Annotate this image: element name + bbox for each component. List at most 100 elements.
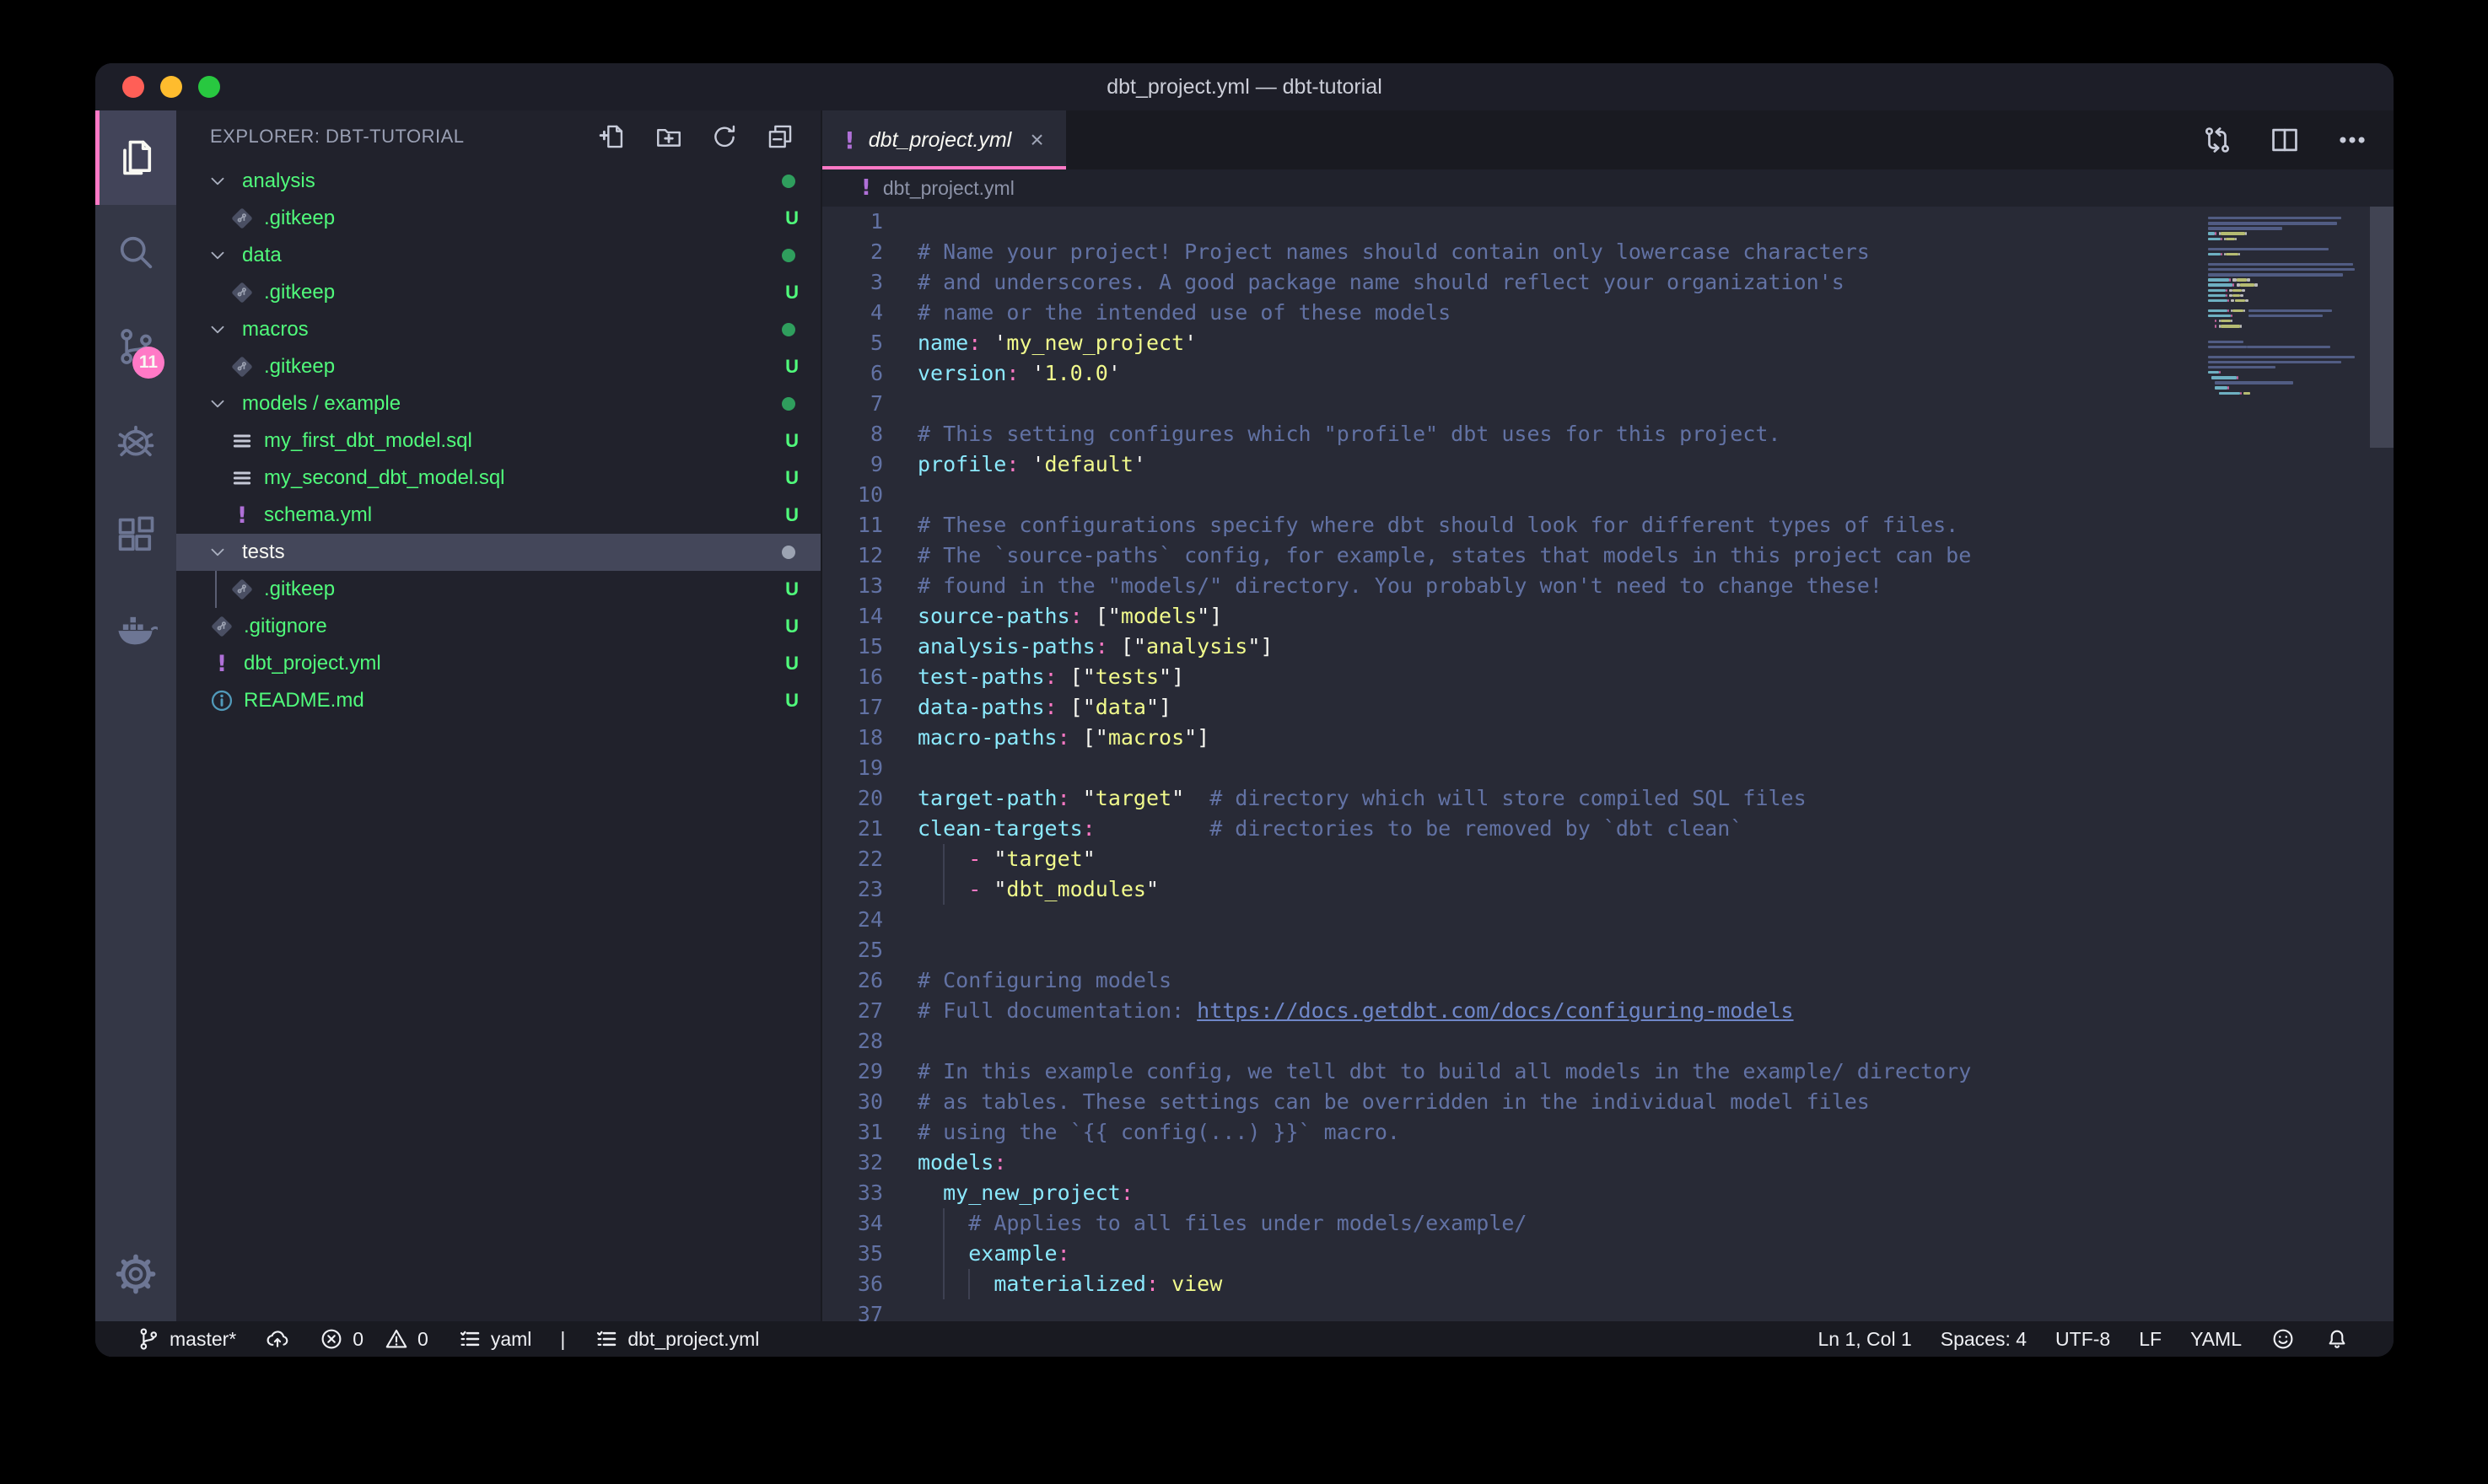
- chevron-down-icon[interactable]: [207, 319, 229, 341]
- code-line-7: 7: [822, 389, 2394, 419]
- tree-item--gitkeep[interactable]: .gitkeepU: [176, 274, 821, 311]
- git-file-icon: [208, 613, 235, 640]
- open-changes-icon[interactable]: [2200, 122, 2235, 158]
- breadcrumb[interactable]: ! dbt_project.yml: [822, 169, 2394, 207]
- tree-item-readme-md[interactable]: README.mdU: [176, 682, 821, 719]
- tree-item-label: analysis: [242, 169, 315, 193]
- status-error[interactable]: 00: [319, 1326, 428, 1352]
- code-editor[interactable]: 12# Name your project! Project names sho…: [822, 207, 2394, 1321]
- scrollbar-slider[interactable]: [2370, 207, 2394, 448]
- status-cloud-upload[interactable]: [265, 1326, 290, 1352]
- breadcrumb-item[interactable]: dbt_project.yml: [883, 177, 1015, 200]
- status-bar: master*00yaml|dbt_project.yml Ln 1, Col …: [95, 1321, 2394, 1357]
- status-label: LF: [2139, 1328, 2162, 1351]
- tree-item--gitignore[interactable]: .gitignoreU: [176, 608, 821, 645]
- close-tab-icon[interactable]: ×: [1030, 128, 1043, 152]
- tree-item-schema-yml[interactable]: !schema.ymlU: [176, 497, 821, 534]
- zoom-window-button[interactable]: [198, 76, 220, 98]
- code-line-37: 37: [822, 1299, 2394, 1321]
- refresh-icon[interactable]: [706, 118, 743, 155]
- line-number: 37: [822, 1299, 883, 1321]
- activity-bar-source-control-icon[interactable]: 11: [95, 299, 176, 394]
- code-line-14: 14source-paths: ["models"]: [822, 601, 2394, 632]
- tab-label: dbt_project.yml: [869, 128, 1012, 153]
- tree-item-models-example[interactable]: models / example: [176, 385, 821, 422]
- line-number: 29: [822, 1057, 883, 1087]
- editor-scrollbar[interactable]: [2370, 207, 2394, 1321]
- code-line-23: 23 - "dbt_modules": [822, 874, 2394, 905]
- status-ln-1-col-1[interactable]: Ln 1, Col 1: [1818, 1328, 1912, 1351]
- git-untracked-badge: U: [785, 430, 799, 452]
- code-line-33: 33 my_new_project:: [822, 1178, 2394, 1208]
- git-modified-dot: [782, 546, 795, 559]
- tree-item-label: tests: [242, 540, 285, 564]
- code-line-21: 21clean-targets: # directories to be rem…: [822, 814, 2394, 844]
- chevron-down-icon[interactable]: [207, 245, 229, 266]
- status-lf[interactable]: LF: [2139, 1328, 2162, 1351]
- status-bell[interactable]: [2324, 1326, 2350, 1352]
- activity-bar-search-icon[interactable]: [95, 205, 176, 299]
- status-yaml[interactable]: YAML: [2190, 1328, 2242, 1351]
- code-line-4: 4# name or the intended use of these mod…: [822, 298, 2394, 328]
- new-folder-icon[interactable]: [650, 118, 687, 155]
- tree-item-data[interactable]: data: [176, 237, 821, 274]
- status-label: UTF-8: [2055, 1328, 2110, 1351]
- line-number: 18: [822, 723, 883, 753]
- indent-guide: [968, 1269, 970, 1299]
- status-utf-8[interactable]: UTF-8: [2055, 1328, 2110, 1351]
- tree-item-label: models / example: [242, 392, 401, 416]
- code-line-11: 11# These configurations specify where d…: [822, 510, 2394, 540]
- status-spaces-4[interactable]: Spaces: 4: [1941, 1328, 2027, 1351]
- tree-item--gitkeep[interactable]: .gitkeepU: [176, 571, 821, 608]
- status-smiley[interactable]: [2270, 1326, 2296, 1352]
- activity-bar-debug-icon[interactable]: [95, 394, 176, 488]
- tree-item--gitkeep[interactable]: .gitkeepU: [176, 200, 821, 237]
- file-tree: analysis.gitkeepUdata.gitkeepUmacros.git…: [176, 163, 821, 1321]
- more-actions-icon[interactable]: [2335, 122, 2370, 158]
- minimize-window-button[interactable]: [160, 76, 182, 98]
- git-untracked-badge: U: [785, 653, 799, 675]
- tree-item-macros[interactable]: macros: [176, 311, 821, 348]
- tree-item-my-second-dbt-model-sql[interactable]: my_second_dbt_model.sqlU: [176, 460, 821, 497]
- tree-item-dbt-project-yml[interactable]: !dbt_project.ymlU: [176, 645, 821, 682]
- tree-item-label: dbt_project.yml: [244, 652, 381, 675]
- activity-bar-settings-icon[interactable]: [95, 1227, 176, 1321]
- tree-item-label: my_second_dbt_model.sql: [264, 466, 505, 490]
- tree-item-tests[interactable]: tests: [176, 534, 821, 571]
- chevron-down-icon[interactable]: [207, 393, 229, 415]
- status-label: Ln 1, Col 1: [1818, 1328, 1912, 1351]
- activity-bar-extensions-icon[interactable]: [95, 488, 176, 583]
- code-line-17: 17data-paths: ["data"]: [822, 692, 2394, 723]
- activity-bar-docker-icon[interactable]: [95, 583, 176, 677]
- line-number: 30: [822, 1087, 883, 1117]
- collapse-all-icon[interactable]: [762, 118, 799, 155]
- code-line-15: 15analysis-paths: ["analysis"]: [822, 632, 2394, 662]
- code-line-13: 13# found in the "models/" directory. Yo…: [822, 571, 2394, 601]
- chevron-down-icon[interactable]: [207, 541, 229, 563]
- status-list[interactable]: dbt_project.yml: [594, 1326, 759, 1352]
- minimap[interactable]: [2208, 212, 2370, 1321]
- vscode-window: dbt_project.yml — dbt-tutorial 11 EXPLOR…: [95, 63, 2394, 1357]
- git-untracked-badge: U: [785, 616, 799, 637]
- split-editor-icon[interactable]: [2267, 122, 2302, 158]
- code-line-27: 27# Full documentation: https://docs.get…: [822, 996, 2394, 1026]
- status-branch[interactable]: master*: [136, 1326, 236, 1352]
- status-list[interactable]: yaml: [457, 1326, 532, 1352]
- line-number: 20: [822, 783, 883, 814]
- activity-bar-explorer-icon[interactable]: [95, 110, 176, 205]
- tree-item-analysis[interactable]: analysis: [176, 163, 821, 200]
- tree-item-my-first-dbt-model-sql[interactable]: my_first_dbt_model.sqlU: [176, 422, 821, 460]
- git-untracked-badge: U: [785, 356, 799, 378]
- tree-item-label: .gitkeep: [264, 578, 335, 601]
- tab-dbt-project-yml[interactable]: ! dbt_project.yml ×: [822, 110, 1066, 169]
- line-number: 19: [822, 753, 883, 783]
- line-number: 13: [822, 571, 883, 601]
- tree-item--gitkeep[interactable]: .gitkeepU: [176, 348, 821, 385]
- tree-item-label: README.md: [244, 689, 364, 712]
- new-file-icon[interactable]: [595, 118, 632, 155]
- cloud-upload-icon: [265, 1326, 290, 1352]
- close-window-button[interactable]: [122, 76, 144, 98]
- code-line-24: 24: [822, 905, 2394, 935]
- chevron-down-icon[interactable]: [207, 170, 229, 192]
- indent-guide: [943, 874, 945, 905]
